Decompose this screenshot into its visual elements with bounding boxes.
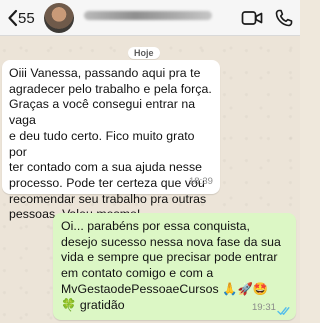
contact-name[interactable] (84, 8, 214, 22)
chat-header: 55 (0, 0, 300, 36)
outgoing-message-bubble[interactable]: Oi... parabéns por essa conquista, desej… (53, 213, 296, 320)
date-divider: Hoje (128, 47, 160, 59)
read-receipt-icon (277, 307, 290, 315)
phone-icon[interactable] (274, 8, 294, 28)
message-time: 19:31 (251, 302, 276, 314)
unread-count[interactable]: 55 (18, 10, 35, 27)
message-text: Oiii Vanessa, passando aqui pra te agrad… (9, 66, 212, 222)
redacted-name (84, 11, 212, 20)
video-camera-icon[interactable] (241, 9, 263, 27)
avatar[interactable] (44, 3, 74, 33)
incoming-message-bubble[interactable]: Oiii Vanessa, passando aqui pra te agrad… (2, 60, 220, 221)
message-text: Oi... parabéns por essa conquista, desej… (61, 219, 281, 312)
message-time: 18:39 (188, 176, 213, 188)
